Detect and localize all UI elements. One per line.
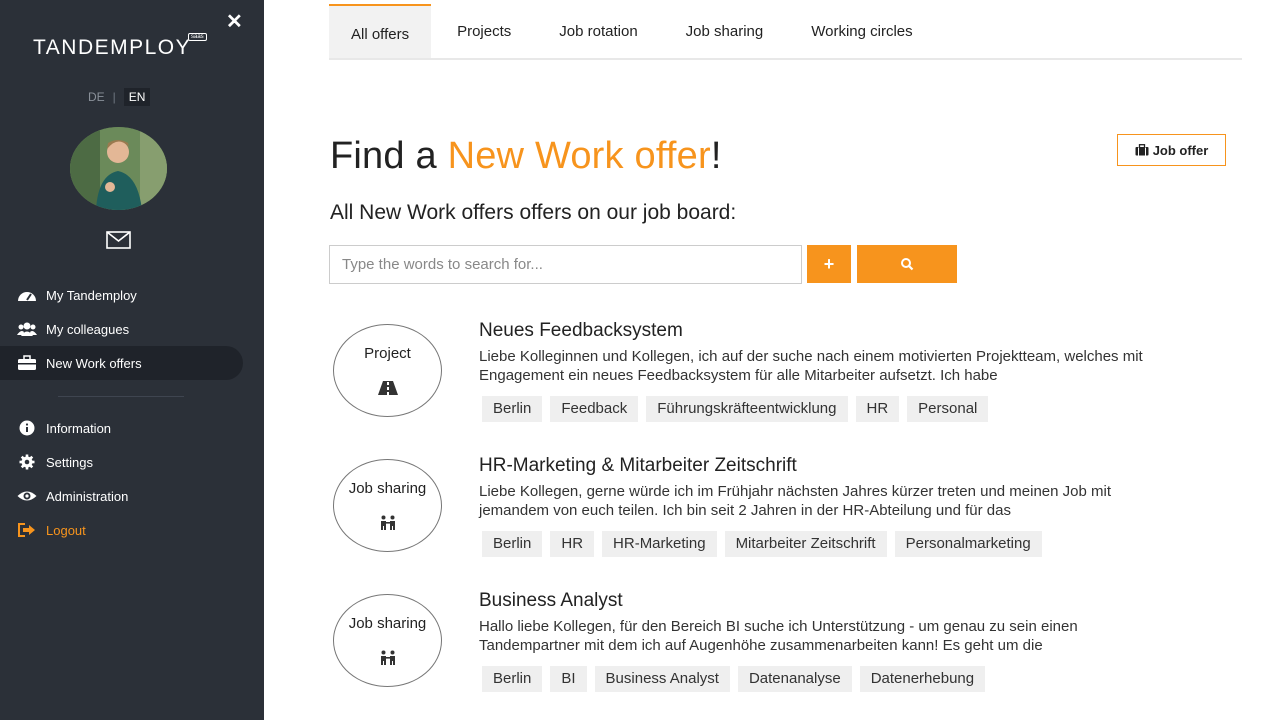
search-icon <box>901 258 914 271</box>
tandem-icon <box>381 515 395 530</box>
offer-title[interactable]: HR-Marketing & Mitarbeiter Zeitschrift <box>479 455 797 477</box>
sidebar-item-label: My Tandemploy <box>46 287 137 303</box>
tag[interactable]: Datenanalyse <box>737 666 852 692</box>
logout-icon <box>18 523 35 537</box>
tab-working-circles[interactable]: Working circles <box>789 4 934 58</box>
tab-job-rotation[interactable]: Job rotation <box>537 4 659 58</box>
job-offer-label: Job offer <box>1152 142 1209 158</box>
sidebar-item-administration[interactable]: Administration <box>0 479 264 513</box>
tag[interactable]: HR <box>550 531 595 557</box>
logo-badge: saas <box>188 33 207 41</box>
sidebar-divider <box>58 396 184 397</box>
offer-description: Hallo liebe Kollegen, für den Bereich BI… <box>479 618 1078 654</box>
users-icon <box>17 322 37 336</box>
offer-card[interactable]: Job sharing Business Analyst Hallo liebe… <box>333 590 1213 704</box>
sidebar-item-information[interactable]: Information <box>0 411 264 445</box>
offer-card[interactable]: Job sharing HR-Marketing & Mitarbeiter Z… <box>333 455 1213 569</box>
offer-title[interactable]: Neues Feedbacksystem <box>479 320 683 342</box>
tag[interactable]: Mitarbeiter Zeitschrift <box>724 531 887 557</box>
sidebar-item-label: Settings <box>46 454 93 470</box>
briefcase-icon <box>1135 144 1149 156</box>
search-button[interactable] <box>857 245 957 283</box>
offer-type-badge: Job sharing <box>333 594 442 687</box>
tag[interactable]: Berlin <box>482 531 543 557</box>
tag[interactable]: Personalmarketing <box>894 531 1042 557</box>
briefcase-icon <box>18 355 36 370</box>
offer-description: Liebe Kollegen, gerne würde ich im Frühj… <box>479 483 1112 519</box>
tag[interactable]: HR-Marketing <box>602 531 717 557</box>
sidebar-item-label: Information <box>46 420 112 436</box>
tag[interactable]: Personal <box>907 396 989 422</box>
job-offer-button[interactable]: Job offer <box>1117 134 1226 166</box>
tag[interactable]: HR <box>855 396 900 422</box>
tag[interactable]: Berlin <box>482 666 543 692</box>
offer-type-badge: Project <box>333 324 442 417</box>
lang-separator: | <box>112 90 116 104</box>
tag[interactable]: Business Analyst <box>594 666 730 692</box>
close-icon[interactable]: ✕ <box>226 12 243 32</box>
sidebar-item-label: Logout <box>46 522 86 538</box>
offer-type-badge: Job sharing <box>333 459 442 552</box>
offer-type-label: Job sharing <box>348 615 427 632</box>
sidebar-item-label: New Work offers <box>46 355 142 371</box>
offer-tags: Berlin HR HR-Marketing Mitarbeiter Zeits… <box>482 531 1050 557</box>
search-input[interactable] <box>329 245 802 284</box>
tag[interactable]: Feedback <box>550 396 639 422</box>
dashboard-icon <box>18 292 36 301</box>
road-icon <box>378 381 398 395</box>
sidebar: ✕ TANDEMPLOY saas DE | EN My Tandemploy … <box>0 0 264 720</box>
sidebar-item-logout[interactable]: Logout <box>0 513 264 547</box>
sidebar-item-label: Administration <box>46 488 129 504</box>
page-title: Find a New Work offer! <box>330 135 722 178</box>
language-switcher: DE | EN <box>88 88 151 106</box>
sidebar-item-my-tandemploy[interactable]: My Tandemploy <box>0 278 264 312</box>
gear-icon <box>19 454 35 470</box>
eye-icon <box>17 491 37 501</box>
lang-en[interactable]: EN <box>123 88 151 106</box>
sidebar-nav: My Tandemploy My colleagues New Work off… <box>0 278 264 547</box>
logo: TANDEMPLOY <box>33 36 192 59</box>
add-search-button[interactable]: + <box>807 245 851 283</box>
tag[interactable]: Berlin <box>482 396 543 422</box>
mail-icon[interactable] <box>106 231 131 249</box>
avatar[interactable] <box>70 127 167 210</box>
offer-type-label: Project <box>364 345 411 362</box>
sidebar-item-label: My colleagues <box>46 321 130 337</box>
tag[interactable]: Datenerhebung <box>859 666 986 692</box>
sidebar-item-my-colleagues[interactable]: My colleagues <box>0 312 264 346</box>
offer-tabs: All offers Projects Job rotation Job sha… <box>329 4 1242 60</box>
offer-type-label: Job sharing <box>348 480 427 497</box>
title-highlight: New Work offer <box>447 135 711 177</box>
tag[interactable]: BI <box>550 666 587 692</box>
offer-description: Liebe Kolleginnen und Kollegen, ich auf … <box>479 348 1143 384</box>
tab-projects[interactable]: Projects <box>435 4 533 58</box>
info-icon <box>19 420 35 436</box>
tandem-icon <box>381 650 395 665</box>
tab-job-sharing[interactable]: Job sharing <box>664 4 786 58</box>
title-suffix: ! <box>710 135 722 177</box>
sidebar-item-new-work-offers[interactable]: New Work offers <box>0 346 243 380</box>
tag[interactable]: Führungskräfteentwicklung <box>646 396 848 422</box>
lang-de[interactable]: DE <box>88 90 105 104</box>
offer-card[interactable]: Project Neues Feedbacksystem Liebe Kolle… <box>333 320 1213 434</box>
title-prefix: Find a <box>330 135 448 177</box>
subheading: All New Work offers offers on our job bo… <box>330 201 737 224</box>
sidebar-item-settings[interactable]: Settings <box>0 445 264 479</box>
offer-title[interactable]: Business Analyst <box>479 590 623 612</box>
offer-tags: Berlin BI Business Analyst Datenanalyse … <box>482 666 993 692</box>
offer-tags: Berlin Feedback Führungskräfteentwicklun… <box>482 396 996 422</box>
tab-all-offers[interactable]: All offers <box>329 4 432 58</box>
